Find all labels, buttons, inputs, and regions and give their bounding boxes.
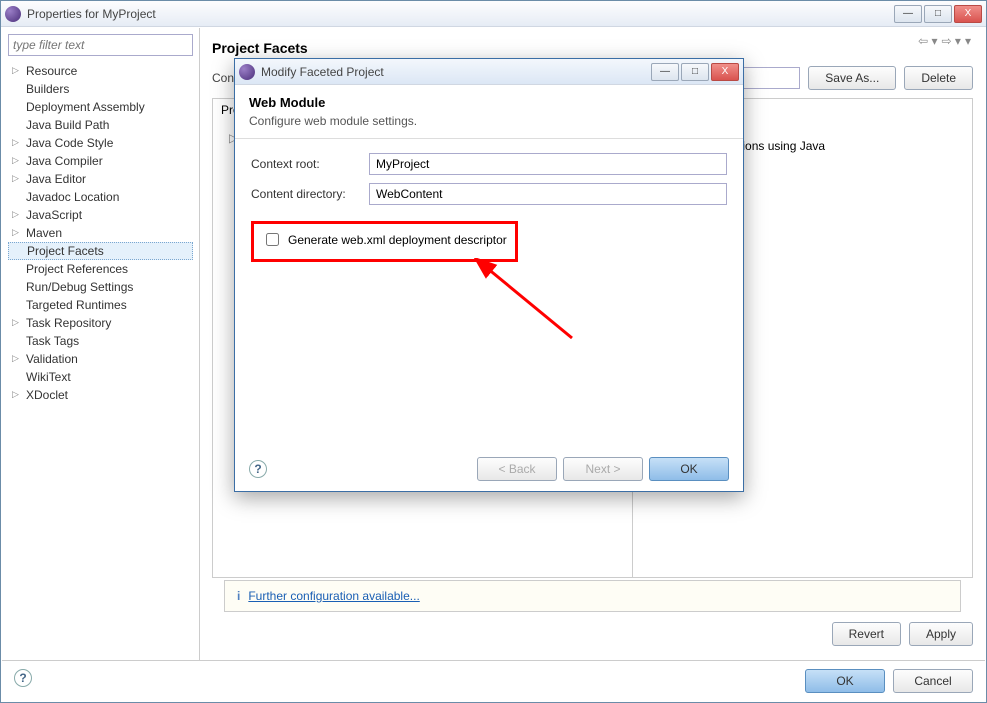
tree-item-resource[interactable]: Resource — [8, 62, 193, 80]
next-button[interactable]: Next > — [563, 457, 643, 481]
window-title: Properties for MyProject — [27, 7, 894, 21]
modal-titlebar: Modify Faceted Project — □ X — [235, 59, 743, 85]
page-heading: Project Facets — [212, 40, 973, 56]
tree-item-java-compiler[interactable]: Java Compiler — [8, 152, 193, 170]
modal-header: Web Module Configure web module settings… — [235, 85, 743, 139]
tree-item-java-build-path[interactable]: Java Build Path — [8, 116, 193, 134]
context-root-label: Context root: — [251, 157, 361, 171]
context-root-input[interactable] — [369, 153, 727, 175]
tree-item-task-tags[interactable]: Task Tags — [8, 332, 193, 350]
menu-dropdown-icon[interactable]: ▾ — [965, 34, 971, 48]
apply-row: Revert Apply — [212, 618, 973, 650]
tree-item-javadoc-location[interactable]: Javadoc Location — [8, 188, 193, 206]
modal-title: Modify Faceted Project — [261, 65, 651, 79]
modal-minimize-button[interactable]: — — [651, 63, 679, 81]
filter-input[interactable] — [8, 34, 193, 56]
modal-heading: Web Module — [249, 95, 729, 110]
modal-window-buttons: — □ X — [651, 63, 739, 81]
info-bar: i Further configuration available... — [224, 580, 961, 612]
modal-close-button[interactable]: X — [711, 63, 739, 81]
back-button[interactable]: < Back — [477, 457, 557, 481]
nav-arrows: ⇦ ▾ ⇨ ▾ ▾ — [918, 34, 971, 48]
eclipse-icon — [239, 64, 255, 80]
delete-button[interactable]: Delete — [904, 66, 973, 90]
footer: ? OK Cancel — [2, 661, 985, 701]
modal-ok-button[interactable]: OK — [649, 457, 729, 481]
modal-body: Context root: Content directory: Generat… — [235, 139, 743, 276]
cancel-button[interactable]: Cancel — [893, 669, 973, 693]
generate-webxml-label: Generate web.xml deployment descriptor — [288, 233, 507, 247]
tree-item-task-repository[interactable]: Task Repository — [8, 314, 193, 332]
tree-item-targeted-runtimes[interactable]: Targeted Runtimes — [8, 296, 193, 314]
maximize-button[interactable]: □ — [924, 5, 952, 23]
tree-item-wikitext[interactable]: WikiText — [8, 368, 193, 386]
tree: Resource Builders Deployment Assembly Ja… — [8, 62, 193, 404]
tree-item-deployment-assembly[interactable]: Deployment Assembly — [8, 98, 193, 116]
info-icon: i — [237, 589, 240, 603]
further-config-link[interactable]: Further configuration available... — [248, 589, 419, 603]
content-dir-row: Content directory: — [251, 183, 727, 205]
back-arrow-icon[interactable]: ⇦ ▾ — [918, 34, 937, 48]
generate-webxml-checkbox[interactable] — [266, 233, 279, 246]
tree-item-java-editor[interactable]: Java Editor — [8, 170, 193, 188]
help-icon[interactable]: ? — [14, 669, 32, 687]
tree-item-javascript[interactable]: JavaScript — [8, 206, 193, 224]
close-button[interactable]: X — [954, 5, 982, 23]
save-as-button[interactable]: Save As... — [808, 66, 896, 90]
modal-desc: Configure web module settings. — [249, 114, 729, 128]
modal-maximize-button[interactable]: □ — [681, 63, 709, 81]
tree-item-run-debug-settings[interactable]: Run/Debug Settings — [8, 278, 193, 296]
apply-button[interactable]: Apply — [909, 622, 973, 646]
window-buttons: — □ X — [894, 5, 982, 23]
tree-item-builders[interactable]: Builders — [8, 80, 193, 98]
tree-item-validation[interactable]: Validation — [8, 350, 193, 368]
context-root-row: Context root: — [251, 153, 727, 175]
minimize-button[interactable]: — — [894, 5, 922, 23]
sidebar: Resource Builders Deployment Assembly Ja… — [2, 28, 200, 660]
modal-help-icon[interactable]: ? — [249, 460, 267, 478]
ok-button[interactable]: OK — [805, 669, 885, 693]
eclipse-icon — [5, 6, 21, 22]
content-dir-label: Content directory: — [251, 187, 361, 201]
modal-buttons: < Back Next > OK — [477, 457, 729, 481]
tree-item-project-references[interactable]: Project References — [8, 260, 193, 278]
tree-item-xdoclet[interactable]: XDoclet — [8, 386, 193, 404]
forward-arrow-icon[interactable]: ⇨ ▾ — [942, 34, 961, 48]
tree-item-maven[interactable]: Maven — [8, 224, 193, 242]
modal-footer: ? < Back Next > OK — [249, 457, 729, 481]
modify-faceted-dialog: Modify Faceted Project — □ X Web Module … — [234, 58, 744, 492]
tree-item-java-code-style[interactable]: Java Code Style — [8, 134, 193, 152]
tree-item-project-facets[interactable]: Project Facets — [8, 242, 193, 260]
revert-button[interactable]: Revert — [832, 622, 901, 646]
titlebar: Properties for MyProject — □ X — [1, 1, 986, 27]
generate-webxml-highlight: Generate web.xml deployment descriptor — [251, 221, 518, 262]
content-dir-input[interactable] — [369, 183, 727, 205]
